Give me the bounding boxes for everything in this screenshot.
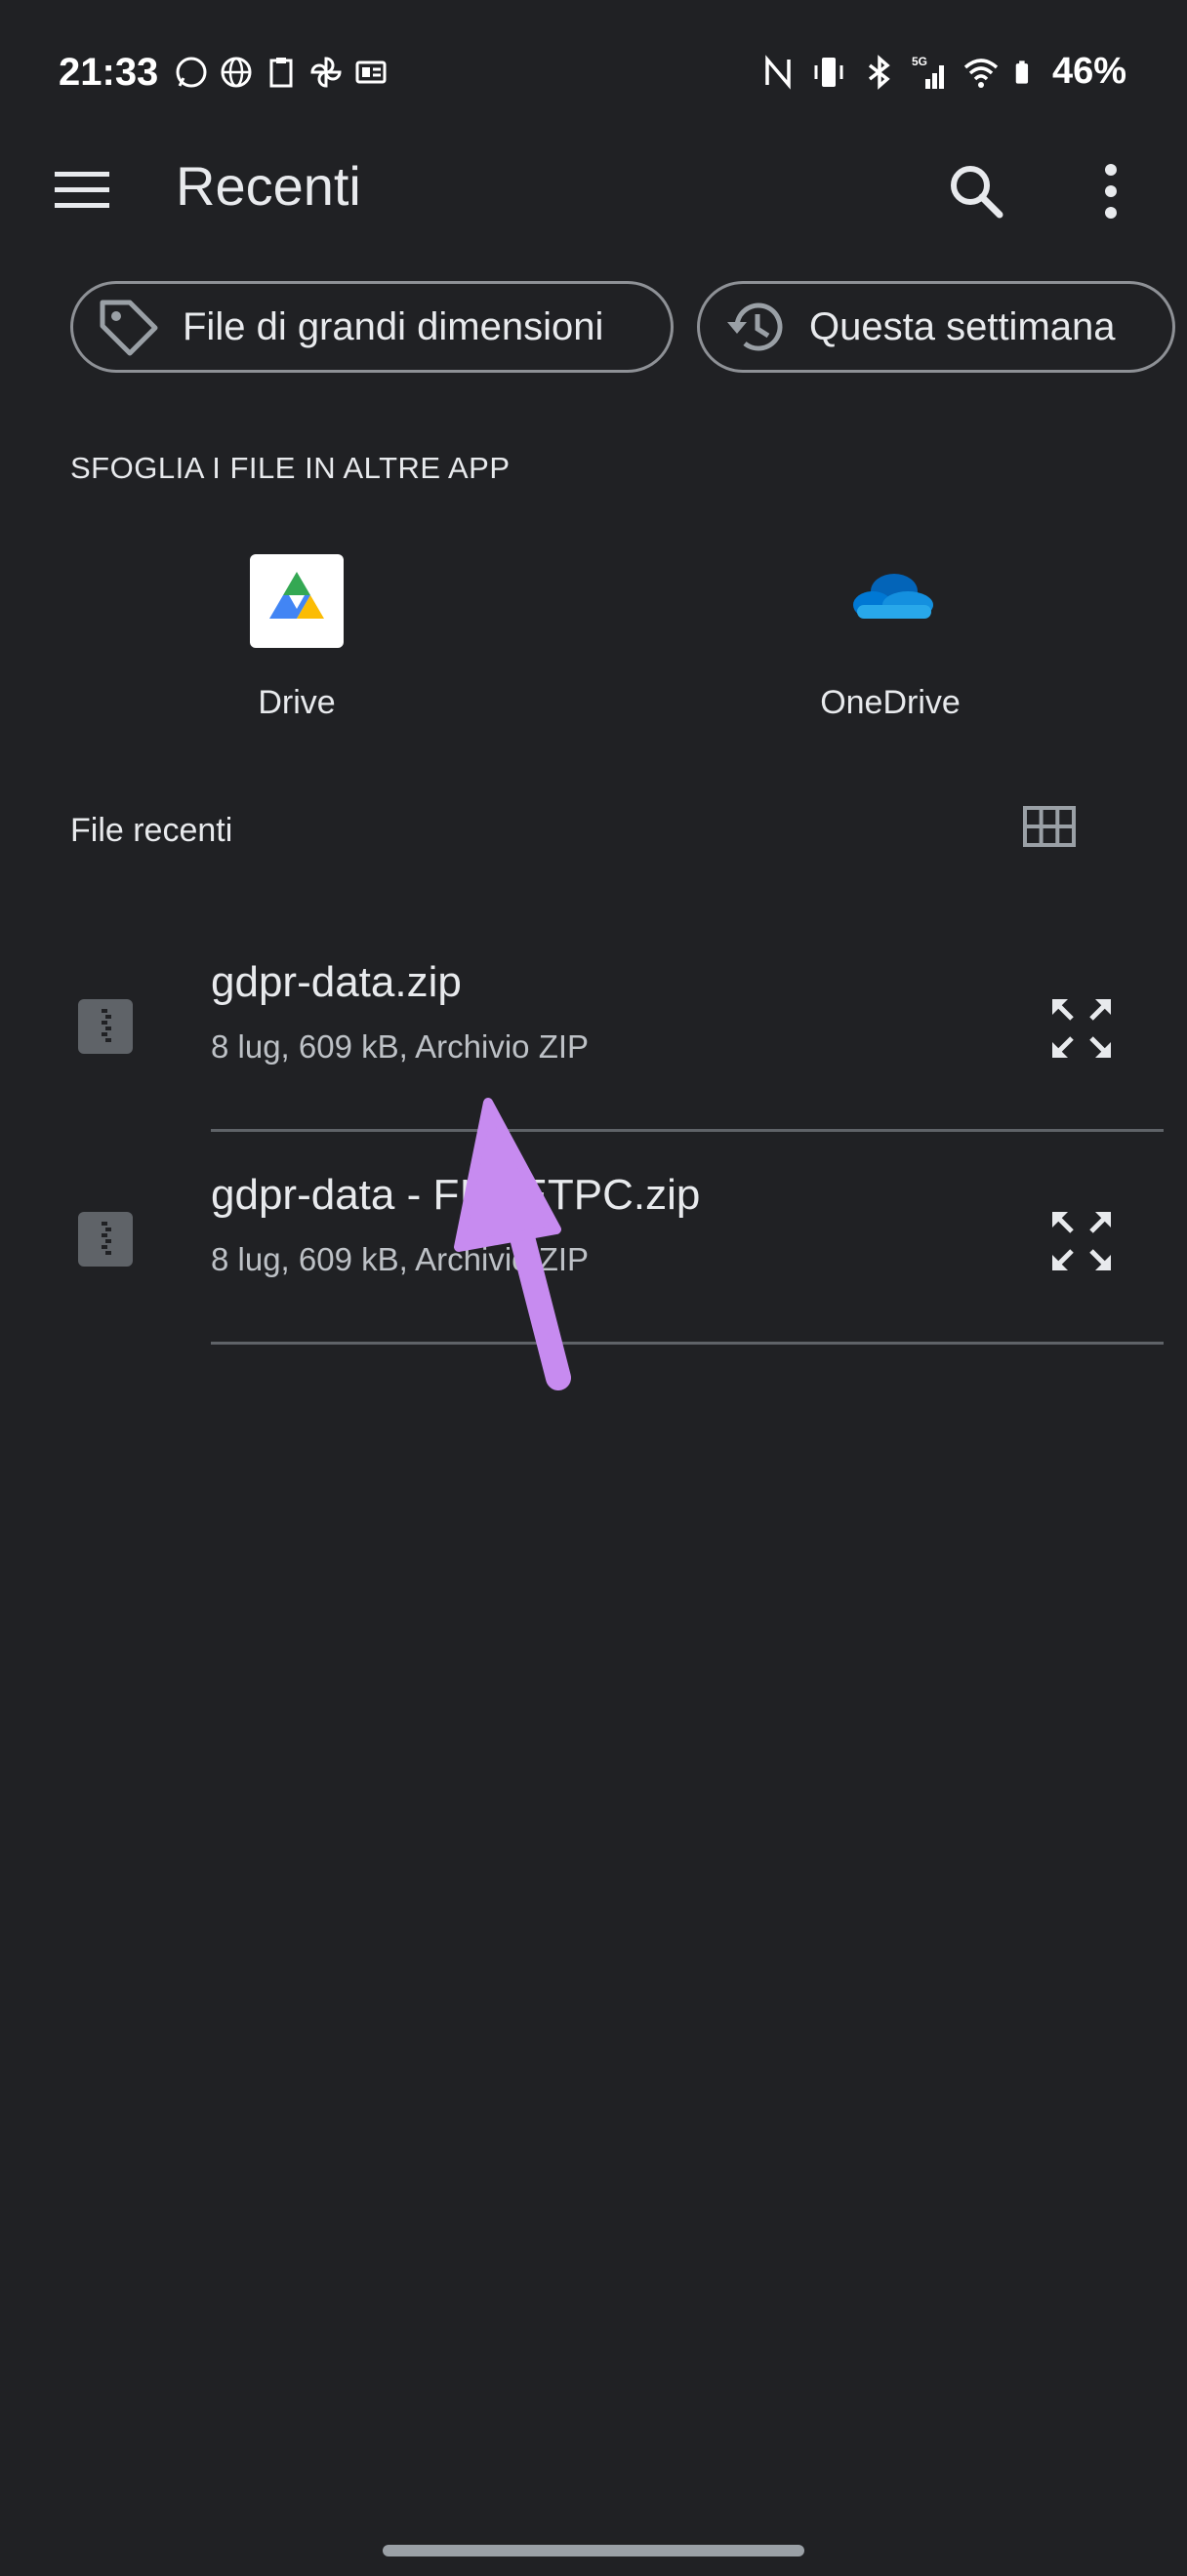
chip-large-files-label: File di grandi dimensioni bbox=[183, 304, 604, 348]
zip-file-icon bbox=[78, 999, 133, 1054]
news-icon bbox=[355, 60, 387, 84]
bluetooth-icon bbox=[868, 54, 890, 90]
clipboard-icon bbox=[269, 58, 293, 88]
more-vert-icon[interactable] bbox=[1074, 152, 1148, 230]
annotation-arrow bbox=[454, 1098, 571, 1390]
file-name: gdpr-data.zip bbox=[211, 958, 462, 1006]
zip-file-icon bbox=[78, 1212, 133, 1267]
menu-icon[interactable] bbox=[49, 156, 117, 224]
search-icon[interactable] bbox=[937, 152, 1015, 230]
history-icon bbox=[727, 302, 783, 351]
globe-icon bbox=[221, 57, 252, 88]
recent-files-heading: File recenti bbox=[70, 812, 233, 849]
extract-expand-icon[interactable] bbox=[1043, 989, 1121, 1067]
battery-percentage: 46% bbox=[1051, 51, 1126, 92]
chip-this-week-label: Questa settimana bbox=[809, 304, 1116, 348]
grid-view-icon[interactable] bbox=[1015, 802, 1084, 861]
extract-expand-icon[interactable] bbox=[1043, 1202, 1121, 1280]
onedrive-icon bbox=[853, 574, 933, 619]
status-time: 21:33 bbox=[59, 51, 159, 94]
wifi-icon bbox=[963, 58, 999, 88]
signal-icon: 5G bbox=[912, 55, 944, 89]
notification-icons bbox=[174, 55, 389, 90]
row-divider bbox=[211, 1342, 1164, 1345]
app-tile-onedrive-label: OneDrive bbox=[820, 684, 961, 721]
pinwheel-icon bbox=[310, 57, 342, 88]
app-tile-onedrive[interactable]: OneDrive bbox=[744, 546, 1037, 742]
gesture-nav-handle[interactable] bbox=[383, 2545, 804, 2556]
chip-this-week[interactable]: Questa settimana bbox=[697, 281, 1175, 373]
system-status-icons: 5G 46% bbox=[759, 51, 1126, 93]
nfc-icon bbox=[765, 54, 791, 90]
vibrate-icon bbox=[814, 57, 843, 87]
whatsapp-icon bbox=[176, 57, 207, 88]
drive-icon bbox=[250, 554, 344, 648]
app-tile-drive-label: Drive bbox=[258, 684, 336, 721]
network-type-label: 5G bbox=[912, 55, 927, 68]
browse-apps-heading: SFOGLIA I FILE IN ALTRE APP bbox=[70, 451, 511, 485]
chip-large-files[interactable]: File di grandi dimensioni bbox=[70, 281, 674, 373]
battery-icon bbox=[1015, 60, 1028, 84]
page-title: Recenti bbox=[176, 155, 361, 217]
file-meta: 8 lug, 609 kB, Archivio ZIP bbox=[211, 1028, 590, 1065]
label-tag-icon bbox=[100, 300, 158, 356]
app-tile-drive[interactable]: Drive bbox=[150, 546, 443, 742]
